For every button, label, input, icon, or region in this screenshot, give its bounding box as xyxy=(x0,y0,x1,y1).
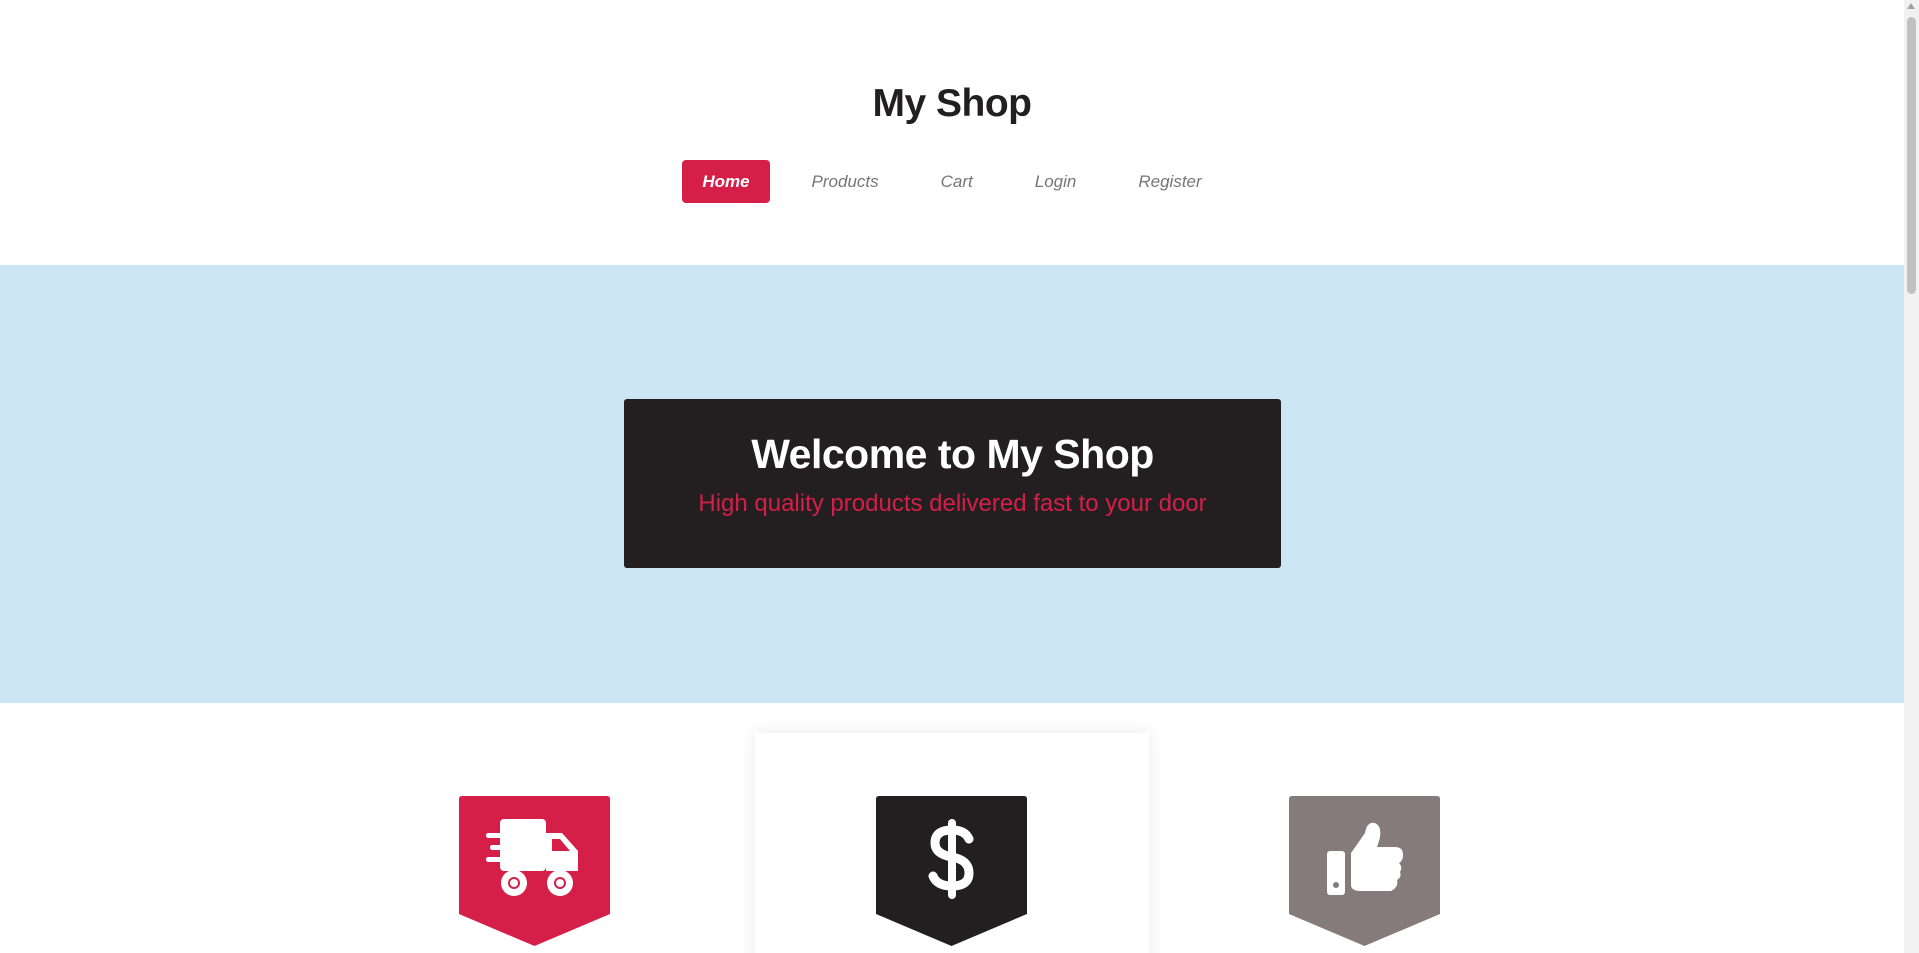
feature-card-quality xyxy=(1167,733,1561,953)
site-header: My Shop Home Products Cart Login Registe… xyxy=(0,0,1904,265)
scrollbar-thumb[interactable] xyxy=(1907,17,1916,294)
nav-home-link[interactable]: Home xyxy=(682,160,770,203)
main-nav: Home Products Cart Login Register xyxy=(0,160,1904,203)
dollar-sign-icon xyxy=(876,796,1027,921)
hero-subtitle: High quality products delivered fast to … xyxy=(698,490,1207,517)
features-section xyxy=(0,703,1904,953)
page-scrollbar[interactable] xyxy=(1904,0,1919,953)
nav-login-link[interactable]: Login xyxy=(1015,160,1097,203)
nav-cart-link[interactable]: Cart xyxy=(921,160,993,203)
hero-banner: Welcome to My Shop High quality products… xyxy=(624,399,1281,568)
site-title: My Shop xyxy=(872,82,1033,125)
feature-badge-price xyxy=(876,796,1027,946)
hero-section: Welcome to My Shop High quality products… xyxy=(0,265,1904,703)
feature-card-delivery xyxy=(338,733,732,953)
delivery-truck-icon xyxy=(459,796,610,921)
feature-badge-delivery xyxy=(459,796,610,946)
feature-badge-quality xyxy=(1289,796,1440,946)
scroll-up-arrow-icon[interactable] xyxy=(1907,3,1915,9)
thumbs-up-icon xyxy=(1289,796,1440,921)
nav-products-link[interactable]: Products xyxy=(792,160,899,203)
nav-register-link[interactable]: Register xyxy=(1118,160,1221,203)
hero-title: Welcome to My Shop xyxy=(751,431,1154,477)
page: My Shop Home Products Cart Login Registe… xyxy=(0,0,1904,953)
feature-card-price xyxy=(755,733,1149,953)
